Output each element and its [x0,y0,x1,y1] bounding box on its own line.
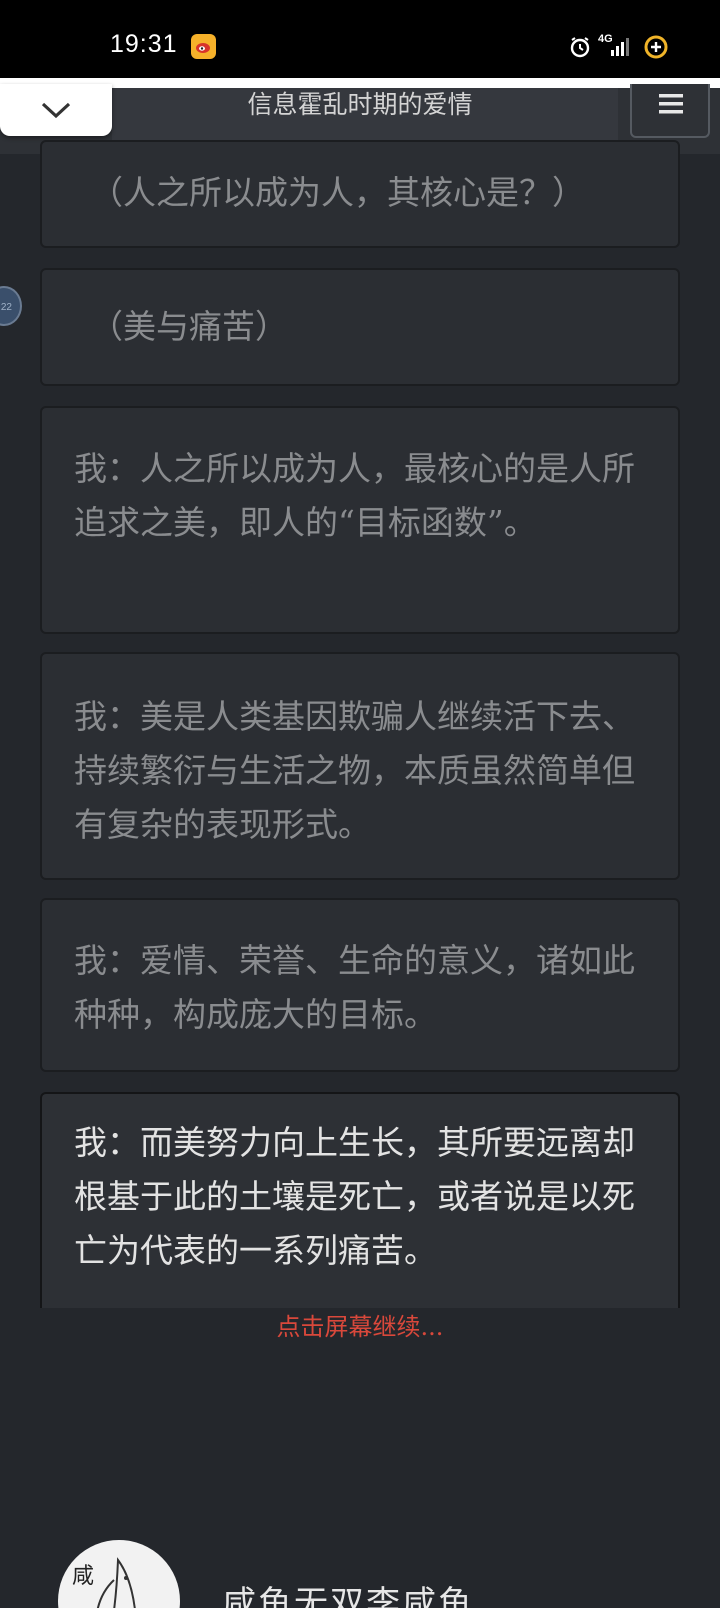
side-floating-badge[interactable]: 22 [0,286,22,326]
status-time: 19:31 [110,30,178,58]
chevron-down-icon [41,102,71,119]
battery-saver-icon [644,35,668,59]
message-text: 我：美是人类基因欺骗人继续活下去、持续繁衍与生活之物，本质虽然简单但有复杂的表现… [74,697,635,844]
current-message-card: 我：而美努力向上生长，其所要远离却根基于此的土壤是死亡，或者说是以死亡为代表的一… [40,1092,680,1308]
message-text: （美与痛苦） [90,307,288,346]
menu-button[interactable] [630,84,710,138]
message-card: 我：美是人类基因欺骗人继续活下去、持续繁衍与生活之物，本质虽然简单但有复杂的表现… [40,652,680,880]
continue-hint[interactable]: 点击屏幕继续... [0,1311,720,1343]
hamburger-menu-icon [659,94,683,114]
alarm-icon [570,37,590,58]
weibo-icon [191,34,216,59]
reader-screen[interactable]: 19:31 4G 信息霍乱时期的爱情 22 （人之所以成为人，其核心是？） （美… [0,0,720,1608]
message-text: （人之所以成为人，其核心是？） [90,173,585,212]
message-text: 我：爱情、荣誉、生命的意义，诸如此种种，构成庞大的目标。 [74,941,635,1034]
message-card: 我：人之所以成为人，最核心的是人所追求之美，即人的“目标函数”。 [40,406,680,634]
page-title: 信息霍乱时期的爱情 [247,90,473,119]
author-name[interactable]: 咸鱼无双李咸鱼 [222,1584,474,1608]
fish-drawing-icon [96,1557,136,1608]
message-card: （人之所以成为人，其核心是？） [40,140,680,248]
collapse-button[interactable] [0,84,112,136]
message-card: （美与痛苦） [40,268,680,386]
message-text: 我：人之所以成为人，最核心的是人所追求之美，即人的“目标函数”。 [74,449,635,542]
message-text: 我：而美努力向上生长，其所要远离却根基于此的土壤是死亡，或者说是以死亡为代表的一… [74,1123,635,1270]
message-card: 我：爱情、荣誉、生命的意义，诸如此种种，构成庞大的目标。 [40,898,680,1072]
author-avatar[interactable]: 咸 [58,1540,180,1608]
status-bar: 19:31 4G [0,0,720,78]
signal-icon [611,38,629,56]
